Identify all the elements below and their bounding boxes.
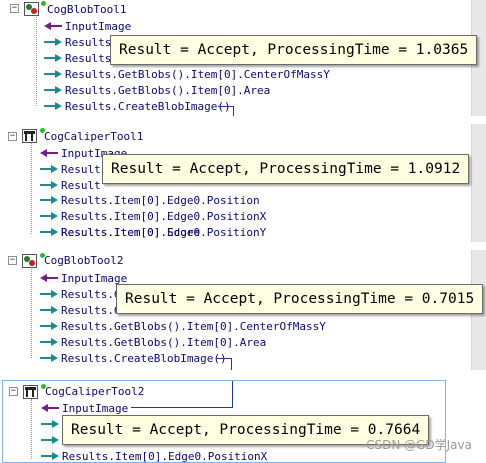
input-label: InputImage — [61, 271, 128, 285]
output-label: Results.GetBlobs().Item[0].CenterOfMassY — [61, 319, 326, 333]
caliper-tool-icon — [22, 129, 37, 143]
output-arrow-icon — [40, 354, 58, 362]
link-line — [131, 407, 233, 408]
scrollbar[interactable] — [471, 124, 486, 242]
output-label: Results.GetBlobs().Item[0].Area — [65, 83, 271, 97]
tool-name: CogBlobTool2 — [44, 253, 124, 267]
output-label: Results.Item[0].Edge0.Position — [61, 193, 260, 207]
link-line — [231, 358, 232, 370]
output-label: Results.GetBlobs().Item[0].CenterOfMassY — [65, 67, 330, 81]
tool-name-row[interactable]: CogCaliperTool2 — [45, 383, 144, 399]
output-arrow-icon — [40, 196, 58, 204]
output-terminal[interactable] — [41, 416, 62, 432]
output-terminal[interactable]: Results. — [44, 50, 118, 66]
output-terminal[interactable]: Result — [40, 161, 101, 177]
tool-name: CogCaliperTool2 — [45, 384, 145, 398]
output-label: Result — [61, 178, 101, 192]
input-terminal[interactable]: InputImage — [44, 18, 131, 34]
output-arrow-icon — [40, 212, 58, 220]
output-terminal[interactable]: Results.G — [40, 302, 121, 318]
output-arrow-icon — [44, 70, 62, 78]
output-label: Results.Item[0].Score — [61, 225, 201, 239]
link-line — [232, 381, 233, 408]
output-label: Result — [61, 162, 101, 176]
status-ok-icon — [41, 1, 46, 6]
caliper-tool-icon — [23, 385, 38, 399]
input-label: InputImage — [65, 19, 132, 33]
output-label: Results.CreateBlobImage() — [61, 351, 227, 365]
tree-line — [31, 142, 32, 234]
input-arrow-icon — [44, 22, 62, 30]
output-arrow-icon — [41, 452, 59, 460]
output-terminal[interactable]: Results.G — [40, 286, 121, 302]
input-arrow-icon — [40, 274, 58, 282]
output-arrow-icon — [40, 290, 58, 298]
tool-name: CogCaliperTool1 — [44, 129, 144, 143]
processing-time-tooltip: Result = Accept, ProcessingTime = 1.0365 — [110, 35, 478, 65]
tool-name-row[interactable]: CogCaliperTool1 — [44, 128, 143, 144]
watermark: CSDN @GD学Java — [366, 438, 472, 452]
output-arrow-icon — [40, 228, 58, 236]
collapse-icon[interactable]: − — [8, 256, 17, 265]
output-label: Results.Item[0].Edge0.PositionX — [61, 209, 267, 223]
tool-name-row[interactable]: CogBlobTool2 — [44, 252, 123, 268]
tree-line — [31, 264, 32, 358]
output-terminal[interactable]: Results.CreateBlobImage() — [40, 350, 227, 366]
output-terminal[interactable]: Results.GetBlobs().Item[0].CenterOfMassY — [40, 318, 326, 334]
output-arrow-icon — [41, 420, 59, 428]
output-arrow-icon — [40, 165, 58, 173]
input-terminal[interactable]: InputImage — [40, 270, 127, 286]
output-arrow-icon — [41, 436, 59, 444]
output-arrow-icon — [44, 54, 62, 62]
input-label: InputImage — [62, 401, 129, 415]
collapse-icon[interactable]: − — [9, 387, 18, 396]
output-terminal[interactable]: Results.Item[0].Score — [40, 224, 200, 240]
tool-name: CogBlobTool1 — [47, 2, 127, 16]
output-terminal[interactable]: Results.Item[0].Edge0.PositionX — [40, 208, 266, 224]
processing-time-tooltip: Result = Accept, ProcessingTime = 1.0912 — [102, 154, 470, 184]
tree-line — [31, 399, 32, 459]
tool-name-row[interactable]: CogBlobTool1 — [47, 1, 126, 17]
output-label: Results.G — [61, 303, 121, 317]
output-terminal[interactable]: Results.Item[0].Edge0.PositionX — [41, 448, 268, 463]
link-line — [233, 106, 234, 116]
blob-tool-icon — [22, 254, 37, 268]
output-label: Results.GetBlobs().Item[0].Area — [61, 335, 267, 349]
output-label: Results.CreateBlobImage() — [65, 99, 231, 113]
output-arrow-icon — [40, 322, 58, 330]
output-label: Results.G — [61, 287, 121, 301]
output-terminal[interactable]: Results.CreateBlobImage() — [44, 98, 231, 114]
output-terminal[interactable]: Results.GetBlobs().Item[0].Area — [44, 82, 270, 98]
input-arrow-icon — [41, 404, 59, 412]
output-arrow-icon — [40, 338, 58, 346]
output-terminal[interactable]: Results.Item[0].Edge0.Position — [40, 192, 260, 208]
input-arrow-icon — [40, 149, 58, 157]
tree-line — [36, 10, 37, 106]
output-label: Results.Item[0].Edge0.PositionX — [62, 449, 268, 463]
collapse-icon[interactable]: − — [8, 132, 17, 141]
blob-tool-icon — [24, 2, 39, 16]
output-terminal[interactable] — [41, 432, 62, 448]
processing-time-tooltip: Result = Accept, ProcessingTime = 0.7015 — [116, 284, 484, 314]
output-arrow-icon — [44, 38, 62, 46]
output-terminal[interactable]: Results.GetBlobs().Item[0].Area — [40, 334, 266, 350]
output-arrow-icon — [40, 306, 58, 314]
input-terminal[interactable]: InputImage — [41, 400, 128, 416]
link-line — [218, 106, 234, 107]
link-line — [216, 358, 232, 359]
output-terminal[interactable]: Result — [40, 177, 101, 193]
output-arrow-icon — [44, 102, 62, 110]
output-arrow-icon — [40, 181, 58, 189]
output-terminal[interactable]: Results. — [44, 34, 118, 50]
output-arrow-icon — [44, 86, 62, 94]
output-terminal[interactable]: Results.GetBlobs().Item[0].CenterOfMassY — [44, 66, 330, 82]
collapse-icon[interactable]: − — [10, 4, 19, 13]
